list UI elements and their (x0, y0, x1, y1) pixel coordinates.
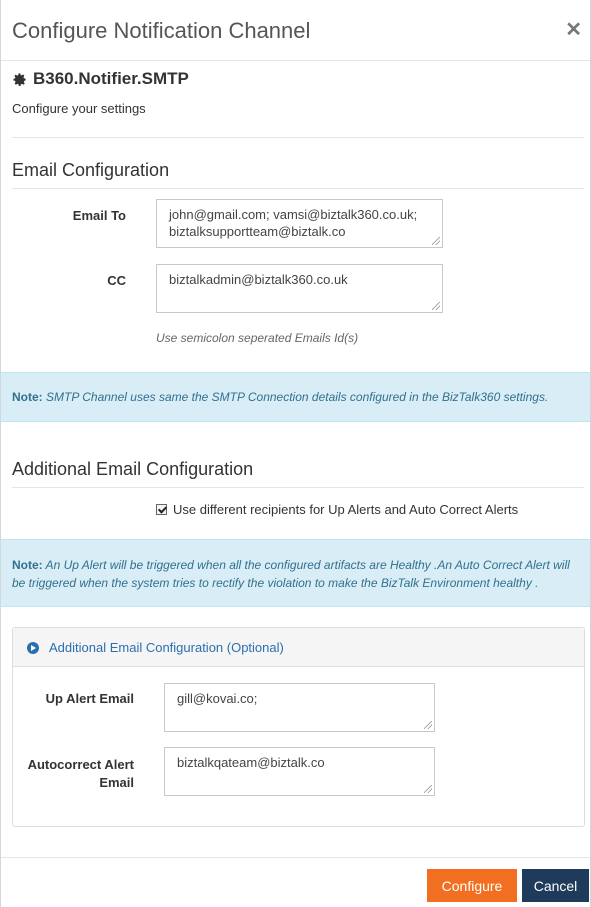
optional-config-panel: Additional Email Configuration (Optional… (12, 627, 585, 827)
up-alert-email-field[interactable]: gill@kovai.co; (164, 683, 435, 732)
resize-handle[interactable] (424, 785, 432, 793)
channel-subtitle: Configure your settings (12, 101, 146, 116)
additional-config-heading: Additional Email Configuration (12, 459, 254, 479)
autocorrect-email-field[interactable]: biztalkqateam@biztalk.co (164, 747, 435, 796)
channel-heading: B360.Notifier.SMTP (12, 69, 189, 89)
close-icon[interactable]: ✕ (565, 17, 582, 42)
email-to-label: Email To (72, 208, 126, 223)
divider (12, 487, 584, 488)
modal-footer: Configure Cancel (1, 857, 590, 907)
modal-header: Configure Notification Channel ✕ (1, 0, 590, 61)
different-recipients-label: Use different recipients for Up Alerts a… (173, 502, 519, 517)
resize-handle[interactable] (424, 721, 432, 729)
email-help-text: Use semicolon seperated Emails Id(s) (156, 331, 359, 345)
cc-field[interactable]: biztalkadmin@biztalk360.co.uk (156, 264, 443, 313)
autocorrect-label: Autocorrect Alert Email (13, 756, 134, 792)
channel-name: B360.Notifier.SMTP (33, 69, 189, 88)
note-prefix: Note: (12, 558, 43, 572)
autocorrect-label-line-1: Autocorrect Alert (27, 757, 134, 772)
note-prefix: Note: (12, 390, 43, 404)
divider (12, 188, 584, 189)
cc-label: CC (107, 273, 126, 288)
note-text: An Up Alert will be triggered when all t… (12, 558, 570, 590)
expand-arrow-icon[interactable] (27, 642, 39, 654)
divider (12, 137, 584, 138)
up-alert-label: Up Alert Email (45, 691, 134, 706)
different-recipients-option[interactable]: Use different recipients for Up Alerts a… (156, 502, 518, 517)
configure-button[interactable]: Configure (427, 869, 517, 902)
email-to-line-2: biztalksupportteam@biztalk.co (169, 224, 346, 239)
email-to-field[interactable]: john@gmail.com; vamsi@biztalk360.co.uk; … (156, 199, 443, 248)
gear-icon (13, 72, 26, 86)
cancel-button[interactable]: Cancel (522, 869, 589, 902)
configure-notification-modal: Configure Notification Channel ✕ B360.No… (0, 0, 591, 907)
optional-config-panel-header[interactable]: Additional Email Configuration (Optional… (13, 628, 584, 667)
email-to-line-1: john@gmail.com; vamsi@biztalk360.co.uk; (169, 207, 418, 222)
modal-title: Configure Notification Channel (12, 18, 311, 43)
email-config-heading: Email Configuration (12, 160, 170, 180)
resize-handle[interactable] (432, 302, 440, 310)
autocorrect-value: biztalkqateam@biztalk.co (177, 755, 325, 770)
smtp-note: Note: SMTP Channel uses same the SMTP Co… (1, 372, 590, 422)
cc-value: biztalkadmin@biztalk360.co.uk (169, 272, 348, 287)
different-recipients-checkbox[interactable] (156, 504, 167, 515)
autocorrect-label-line-2: Email (99, 775, 134, 790)
up-alert-value: gill@kovai.co; (177, 691, 258, 706)
alert-note: Note: An Up Alert will be triggered when… (1, 539, 590, 607)
note-text: SMTP Channel uses same the SMTP Connecti… (42, 390, 549, 404)
optional-config-title[interactable]: Additional Email Configuration (Optional… (49, 640, 284, 655)
resize-handle[interactable] (432, 237, 440, 245)
